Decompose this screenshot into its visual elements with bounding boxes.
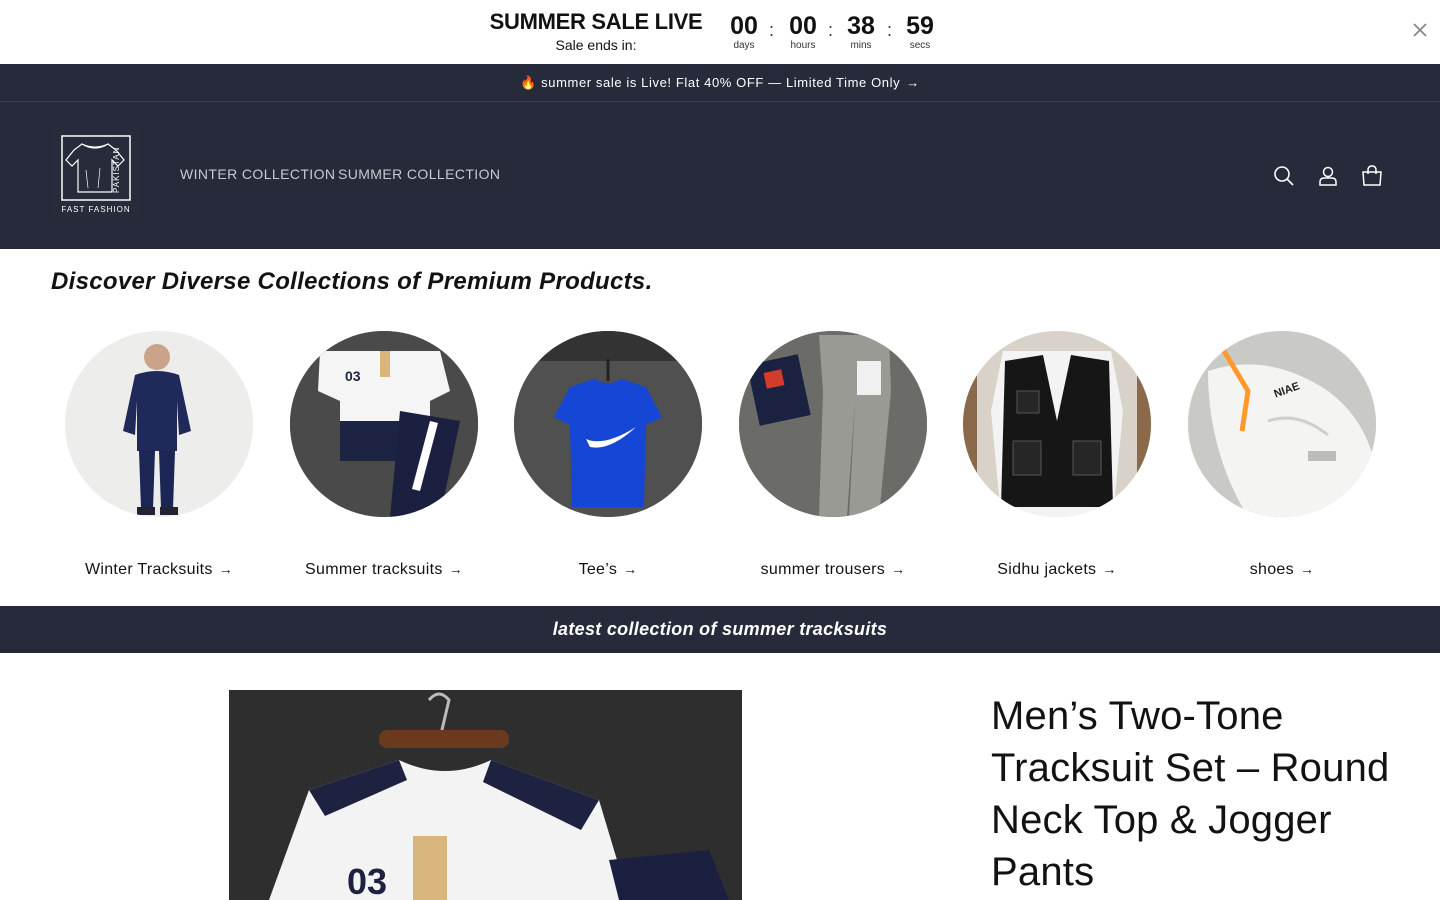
collection-image-winter-tracksuits[interactable] <box>65 331 253 517</box>
arrow-right-icon: → <box>448 561 463 577</box>
collection-label: Winter Tracksuits <box>84 561 213 578</box>
collection-link-sidhu-jackets[interactable]: Sidhu jackets → <box>945 561 1169 579</box>
countdown-secs: 59 secs <box>898 12 942 52</box>
collection-image-sidhu-jackets[interactable] <box>963 331 1151 517</box>
collection-image-summer-trousers[interactable] <box>739 331 927 517</box>
countdown-hours: 00 hours <box>781 12 825 52</box>
countdown-mins: 38 mins <box>839 12 883 52</box>
collection-label: Sidhu jackets <box>997 561 1097 578</box>
countdown-days-value: 00 <box>730 12 758 40</box>
countdown-mins-value: 38 <box>847 12 875 40</box>
countdown-title: SUMMER SALE LIVE <box>489 9 703 34</box>
collection-label: Tee’s <box>578 561 618 578</box>
collection-image-summer-tracksuits[interactable]: 03 <box>290 331 478 517</box>
countdown-days-label: days <box>733 40 755 51</box>
arrow-right-icon: → <box>1102 561 1117 577</box>
section-banner: latest collection of summer tracksuits <box>0 606 1440 653</box>
collection-label: summer trousers <box>760 561 886 578</box>
svg-text:03: 03 <box>347 861 387 900</box>
site-header: PAKISTAN FAST FASHION WINTER COLLECTION … <box>0 102 1440 249</box>
nav-summer-collection[interactable]: SUMMER COLLECTION <box>338 166 500 182</box>
countdown-heading: SUMMER SALE LIVE Sale ends in: <box>480 8 712 54</box>
collection-image-tees[interactable] <box>514 331 702 517</box>
arrow-right-icon: → <box>623 561 638 577</box>
logo-text: FAST FASHION <box>61 205 131 214</box>
countdown-days: 00 days <box>722 12 766 52</box>
countdown-subtitle: Sale ends in: <box>555 37 637 53</box>
arrow-right-icon: → <box>891 561 906 577</box>
page-title: Discover Diverse Collections of Premium … <box>51 268 653 295</box>
account-icon[interactable] <box>1316 164 1340 188</box>
collection-link-winter-tracksuits[interactable]: Winter Tracksuits → <box>47 561 271 579</box>
collection-image-shoes[interactable]: NIAE <box>1188 331 1376 517</box>
countdown-secs-label: secs <box>909 40 931 51</box>
announcement-text: 🔥 summer sale is Live! Flat 40% OFF — Li… <box>520 75 901 90</box>
nav-winter-collection[interactable]: WINTER COLLECTION <box>180 166 335 182</box>
arrow-right-icon: → <box>1299 561 1315 577</box>
arrow-right-icon: → <box>218 561 234 577</box>
countdown-separator: : <box>828 20 834 40</box>
product-image[interactable]: 03 <box>229 690 742 900</box>
countdown-separator: : <box>887 20 893 40</box>
logo[interactable]: PAKISTAN FAST FASHION <box>52 130 140 218</box>
collection-link-shoes[interactable]: shoes → <box>1170 561 1394 579</box>
collection-link-tees[interactable]: Tee’s → <box>496 561 720 579</box>
logo-side-text: PAKISTAN <box>112 146 121 194</box>
svg-text:03: 03 <box>345 368 361 384</box>
search-icon[interactable] <box>1272 164 1296 188</box>
close-icon[interactable] <box>1408 18 1432 42</box>
countdown-hours-value: 00 <box>789 12 817 40</box>
collection-label: Summer tracksuits <box>305 561 443 578</box>
countdown-separator: : <box>769 20 775 40</box>
product-title: Men’s Two-Tone Tracksuit Set – Round Nec… <box>991 694 1390 894</box>
countdown-secs-value: 59 <box>906 12 934 40</box>
countdown-mins-label: mins <box>850 40 872 51</box>
countdown-hours-label: hours <box>790 40 816 51</box>
collection-link-summer-tracksuits[interactable]: Summer tracksuits → <box>272 561 496 579</box>
countdown-bar: SUMMER SALE LIVE Sale ends in: 00 days :… <box>0 0 1440 64</box>
announcement-bar[interactable]: 🔥 summer sale is Live! Flat 40% OFF — Li… <box>0 64 1440 102</box>
collection-label: shoes <box>1249 561 1294 578</box>
cart-icon[interactable] <box>1360 164 1384 188</box>
collection-link-summer-trousers[interactable]: summer trousers → <box>721 561 945 579</box>
arrow-right-icon: → <box>906 75 920 90</box>
